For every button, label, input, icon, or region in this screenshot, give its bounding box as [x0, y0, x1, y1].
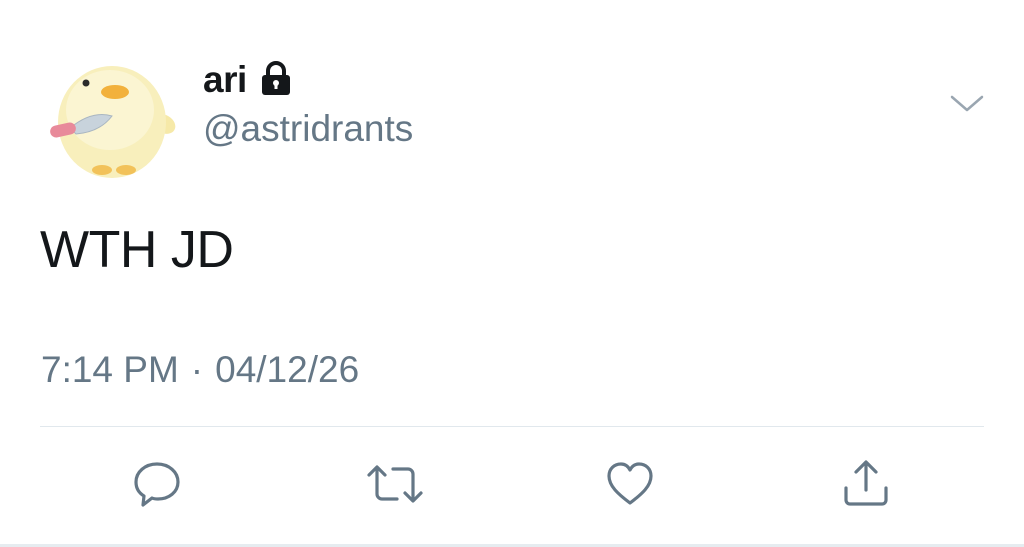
display-name[interactable]: ari — [203, 61, 247, 98]
tweet-menu-button[interactable] — [946, 86, 988, 120]
lock-icon — [259, 61, 293, 97]
name-row: ari — [203, 56, 293, 102]
tweet-text: WTH JD — [40, 221, 234, 279]
reply-icon — [131, 458, 183, 515]
chick-avatar-image — [40, 40, 180, 180]
retweet-button[interactable] — [367, 458, 423, 514]
share-icon — [840, 458, 892, 515]
like-button[interactable] — [602, 458, 658, 514]
tweet-date: 04/12/26 — [215, 349, 360, 390]
reply-button[interactable] — [129, 458, 185, 514]
retweet-icon — [365, 458, 425, 515]
share-button[interactable] — [838, 458, 894, 514]
tweet-card: ari @astridrants WTH JD 7:14 PM · 04/12/26 — [0, 0, 1024, 547]
divider — [40, 426, 984, 427]
tweet-time: 7:14 PM — [41, 349, 179, 390]
chevron-down-icon — [946, 95, 988, 124]
heart-icon — [604, 458, 656, 515]
user-handle[interactable]: @astridrants — [203, 106, 413, 152]
meta-separator: · — [190, 349, 204, 390]
avatar[interactable] — [40, 40, 180, 180]
tweet-timestamp[interactable]: 7:14 PM · 04/12/26 — [41, 346, 359, 394]
